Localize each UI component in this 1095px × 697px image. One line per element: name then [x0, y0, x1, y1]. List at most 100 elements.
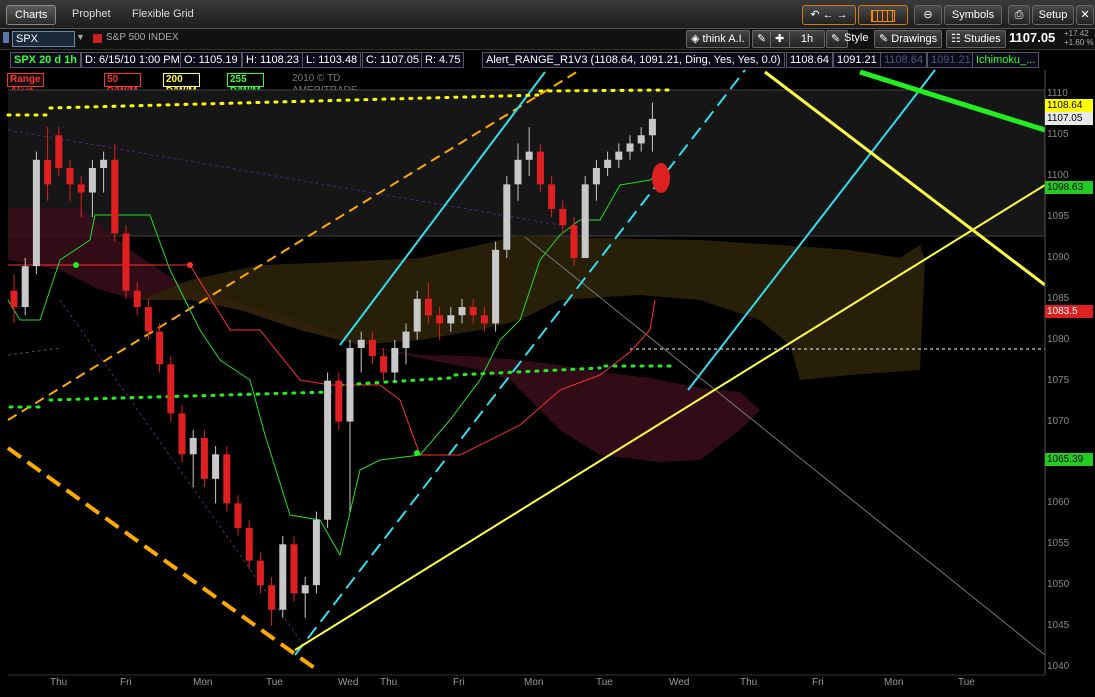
tenkan-line	[7, 171, 661, 557]
trendline-purple-dash	[7, 347, 61, 356]
flag-icon	[93, 34, 102, 43]
orange-channel-bottom	[6, 446, 322, 674]
drawings-button[interactable]: ✎ Drawings	[874, 30, 943, 48]
candle-body	[391, 347, 399, 373]
candle-body	[335, 380, 343, 422]
bar-range: R: 4.75	[421, 52, 465, 68]
chart-period[interactable]: SPX 20 d 1h	[10, 52, 81, 68]
price-tick-label: 1075	[1047, 374, 1070, 386]
aggregation-button[interactable]: 1h	[789, 30, 825, 48]
candle-body	[402, 331, 410, 348]
price-tick-label: 1080	[1047, 333, 1070, 345]
candle-body	[21, 266, 29, 308]
candle-body	[324, 380, 332, 520]
kijun-line	[8, 264, 656, 456]
candle-body	[514, 159, 522, 185]
candle-body	[122, 233, 130, 291]
candle-body	[167, 364, 175, 414]
ichimoku-study[interactable]: Ichimoku_...	[972, 52, 1040, 68]
crosshair-icon: ✚	[775, 33, 785, 45]
alert-range-band	[8, 90, 1045, 236]
undo-icon[interactable]: ↶	[810, 9, 819, 21]
price-tick-label: 1085	[1047, 292, 1070, 304]
candle-body	[234, 503, 242, 528]
back-arrow-icon[interactable]: ←	[823, 9, 834, 21]
candle-body	[66, 167, 74, 185]
alert-value-4: 1091.21	[927, 52, 975, 68]
style-label[interactable]: Style	[844, 32, 868, 44]
time-tick-label: Tue	[596, 677, 613, 688]
price-tick-label: 1095	[1047, 211, 1070, 223]
candle-body	[178, 413, 186, 455]
tab-flexible-grid[interactable]: Flexible Grid	[124, 5, 202, 23]
close-icon: ✕	[1080, 9, 1090, 21]
time-tick-label: Mon	[524, 677, 544, 688]
green-trendline	[859, 69, 1046, 133]
grid-layout-icon	[871, 10, 895, 22]
drawings-label: Drawings	[891, 33, 938, 45]
time-tick-label: Fri	[120, 677, 132, 688]
dropdown-icon[interactable]: ▼	[76, 32, 85, 42]
setup-button[interactable]: Setup	[1032, 5, 1074, 25]
price-tick-label: 1090	[1047, 251, 1070, 263]
forward-arrow-icon[interactable]: →	[837, 9, 848, 21]
symbol-input[interactable]: SPX	[12, 31, 75, 47]
close-button[interactable]: ✕	[1076, 5, 1094, 25]
candle-body	[144, 307, 152, 332]
grid-layout-button[interactable]	[858, 5, 908, 25]
time-tick-label: Mon	[884, 677, 904, 688]
cyan-line-2	[687, 69, 936, 391]
time-tick-label: Thu	[50, 677, 68, 688]
marker-green-dot	[73, 262, 79, 268]
top-tab-bar: Charts Prophet Flexible Grid ↶ ← → ⊖ Sym…	[0, 0, 1095, 29]
studies-button[interactable]: ☷ Studies	[946, 30, 1006, 48]
bar-high: H: 1108.23	[242, 52, 304, 68]
ichimoku-cloud-bullish	[140, 235, 925, 380]
print-button[interactable]: ⎙	[1008, 5, 1030, 25]
link-icon[interactable]	[3, 32, 9, 43]
alert-value-1: 1108.64	[786, 52, 833, 68]
candle-body	[469, 307, 477, 316]
alert-study[interactable]: Alert_RANGE_R1V3 (1108.64, 1091.21, Ding…	[482, 52, 785, 68]
ma255-label: 255 D/W/M	[227, 73, 264, 97]
time-tick-label: Wed	[338, 677, 359, 688]
candle-body	[44, 159, 52, 185]
print-icon: ⎙	[1014, 9, 1024, 21]
candle-body	[480, 315, 488, 324]
price-axis-marker: 1108.64	[1045, 99, 1093, 113]
candle-body	[223, 454, 231, 504]
price-tick-label: 1110	[1047, 88, 1068, 100]
tab-charts[interactable]: Charts	[6, 5, 57, 25]
ichimoku-cloud-bearish	[8, 208, 760, 462]
candle-body	[189, 437, 197, 455]
tab-prophet[interactable]: Prophet	[64, 5, 119, 23]
yellow-trendline-down	[764, 70, 1046, 287]
candle-body	[290, 544, 298, 594]
time-tick-label: Fri	[453, 677, 465, 688]
price-chart[interactable]	[0, 0, 1095, 697]
candle-body	[32, 159, 40, 267]
candle-body	[380, 356, 388, 373]
price-tick-label: 1100	[1047, 170, 1069, 182]
price-axis-marker: 1098.63	[1045, 181, 1093, 195]
minus-button[interactable]: ⊖	[914, 5, 942, 25]
price-change-pct: +1.60 %	[1064, 38, 1094, 47]
brush-icon: ✎	[831, 33, 841, 45]
candle-body	[312, 519, 320, 586]
think-ai-icon: ◈	[691, 33, 703, 45]
think-ai-button[interactable]: ◈ think A.I.	[686, 30, 750, 48]
candle-body	[436, 315, 444, 324]
candle-body	[10, 290, 18, 308]
time-tick-label: Thu	[740, 677, 758, 688]
candle-body	[357, 339, 365, 348]
time-tick-label: Wed	[669, 677, 690, 688]
ma200-label: 200 D/W/M	[163, 73, 200, 97]
candle-body	[615, 151, 623, 160]
candle-body	[279, 544, 287, 610]
studies-icon: ☷	[951, 33, 964, 45]
symbols-button[interactable]: Symbols	[944, 5, 1002, 25]
candle-body	[77, 184, 85, 193]
price-tick-label: 1045	[1047, 620, 1070, 632]
candle-body	[156, 331, 164, 365]
candle-body	[570, 225, 578, 258]
